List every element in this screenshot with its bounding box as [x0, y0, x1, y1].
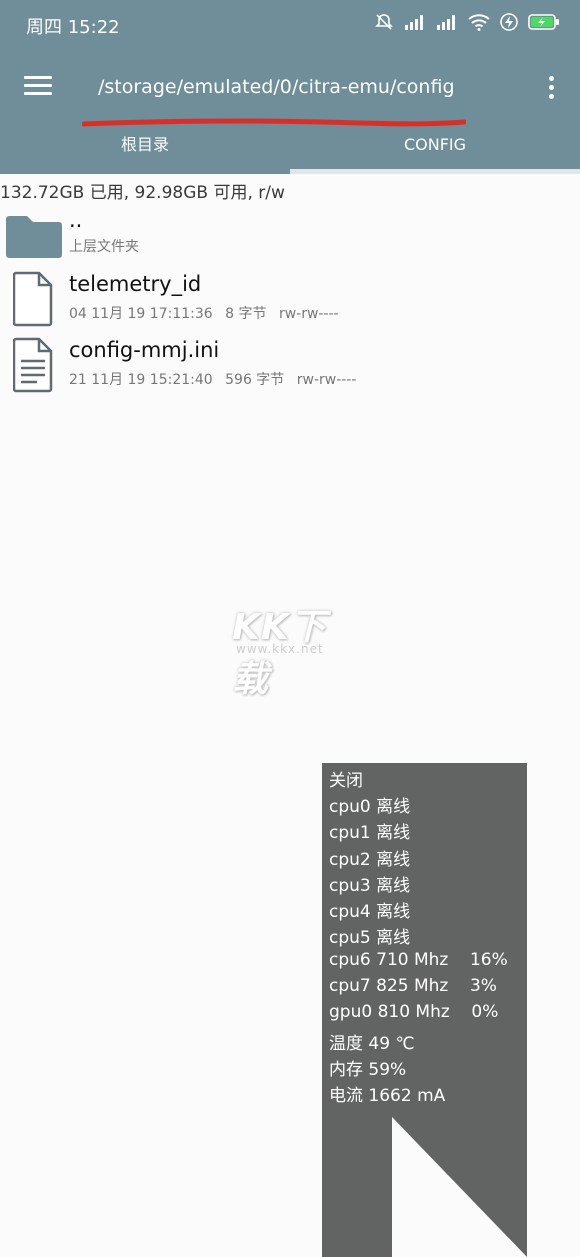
tab-config[interactable]: CONFIG — [290, 126, 580, 174]
file-name: telemetry_id — [69, 272, 202, 296]
file-meta: 04 11月 19 17:11:36 8 字节 rw-rw---- — [69, 303, 347, 323]
wifi-icon — [468, 14, 490, 31]
overlay-line: 电流 1662 mA — [329, 1086, 446, 1106]
file-name: .. — [69, 208, 83, 232]
status-time: 周四 15:22 — [26, 17, 120, 38]
hamburger-menu-icon[interactable] — [24, 76, 52, 96]
list-item-file[interactable]: telemetry_id 04 11月 19 17:11:36 8 字节 rw-… — [0, 270, 580, 334]
list-item-file[interactable]: config-mmj.ini 21 11月 19 15:21:40 596 字节… — [0, 336, 580, 400]
tab-bar: 根目录 CONFIG — [0, 126, 580, 174]
signal-icon — [405, 15, 423, 30]
overlay-line: 温度 49 ℃ — [329, 1034, 415, 1054]
file-icon — [13, 271, 53, 327]
status-icons — [374, 12, 560, 32]
overlay-line: cpu0 离线 — [329, 797, 411, 817]
file-permissions: rw-rw---- — [278, 306, 339, 322]
more-vert-icon[interactable] — [546, 76, 556, 100]
file-name: config-mmj.ini — [69, 338, 220, 362]
overlay-line: cpu4 离线 — [329, 902, 411, 922]
text-file-icon — [13, 337, 53, 393]
watermark-logo: KK下载 www.kkx.net — [232, 598, 354, 700]
signal-icon — [437, 15, 455, 30]
current-path: /storage/emulated/0/citra-emu/config — [98, 76, 455, 98]
tab-root[interactable]: 根目录 — [0, 126, 290, 174]
folder-icon — [6, 216, 62, 258]
overlay-line: cpu2 离线 — [329, 850, 411, 870]
status-bar: 周四 15:22 — [0, 0, 580, 50]
toolbar: /storage/emulated/0/citra-emu/config — [0, 50, 580, 126]
overlay-tail — [322, 1117, 527, 1257]
file-date: 21 11月 19 15:21:40 — [69, 372, 213, 388]
overlay-line: cpu6 710 Mhz 16% — [329, 950, 508, 970]
overlay-line: cpu1 离线 — [329, 823, 411, 843]
overlay-line: cpu7 825 Mhz 3% — [329, 976, 497, 996]
file-size: 8 字节 — [225, 306, 267, 322]
overlay-close[interactable]: 关闭 — [329, 766, 363, 791]
file-size: 596 字节 — [225, 372, 285, 388]
performance-overlay[interactable]: 关闭 cpu0 离线 cpu1 离线 cpu2 离线 cpu3 离线 cpu4 … — [322, 763, 527, 1118]
battery-charging-icon — [528, 14, 559, 30]
watermark-url: www.kkx.net — [236, 642, 324, 656]
overlay-line: cpu3 离线 — [329, 876, 411, 896]
overlay-line: 内存 59% — [329, 1060, 407, 1080]
file-subtitle: 上层文件夹 — [69, 239, 139, 255]
storage-info: 132.72GB 已用, 92.98GB 可用, r/w — [0, 183, 285, 203]
mute-icon — [375, 14, 393, 30]
overlay-line: cpu5 离线 — [329, 928, 411, 948]
app-bar: 周四 15:22 /storage/emulated/0/citra-emu/c… — [0, 0, 580, 174]
file-date: 04 11月 19 17:11:36 — [69, 306, 213, 322]
list-item-parent-folder[interactable]: .. 上层文件夹 — [0, 206, 580, 270]
file-permissions: rw-rw---- — [296, 372, 357, 388]
overlay-line: gpu0 810 Mhz 0% — [329, 1002, 499, 1022]
file-meta: 21 11月 19 15:21:40 596 字节 rw-rw---- — [69, 369, 364, 389]
flash-icon — [500, 13, 518, 31]
active-tab-indicator — [290, 169, 580, 174]
